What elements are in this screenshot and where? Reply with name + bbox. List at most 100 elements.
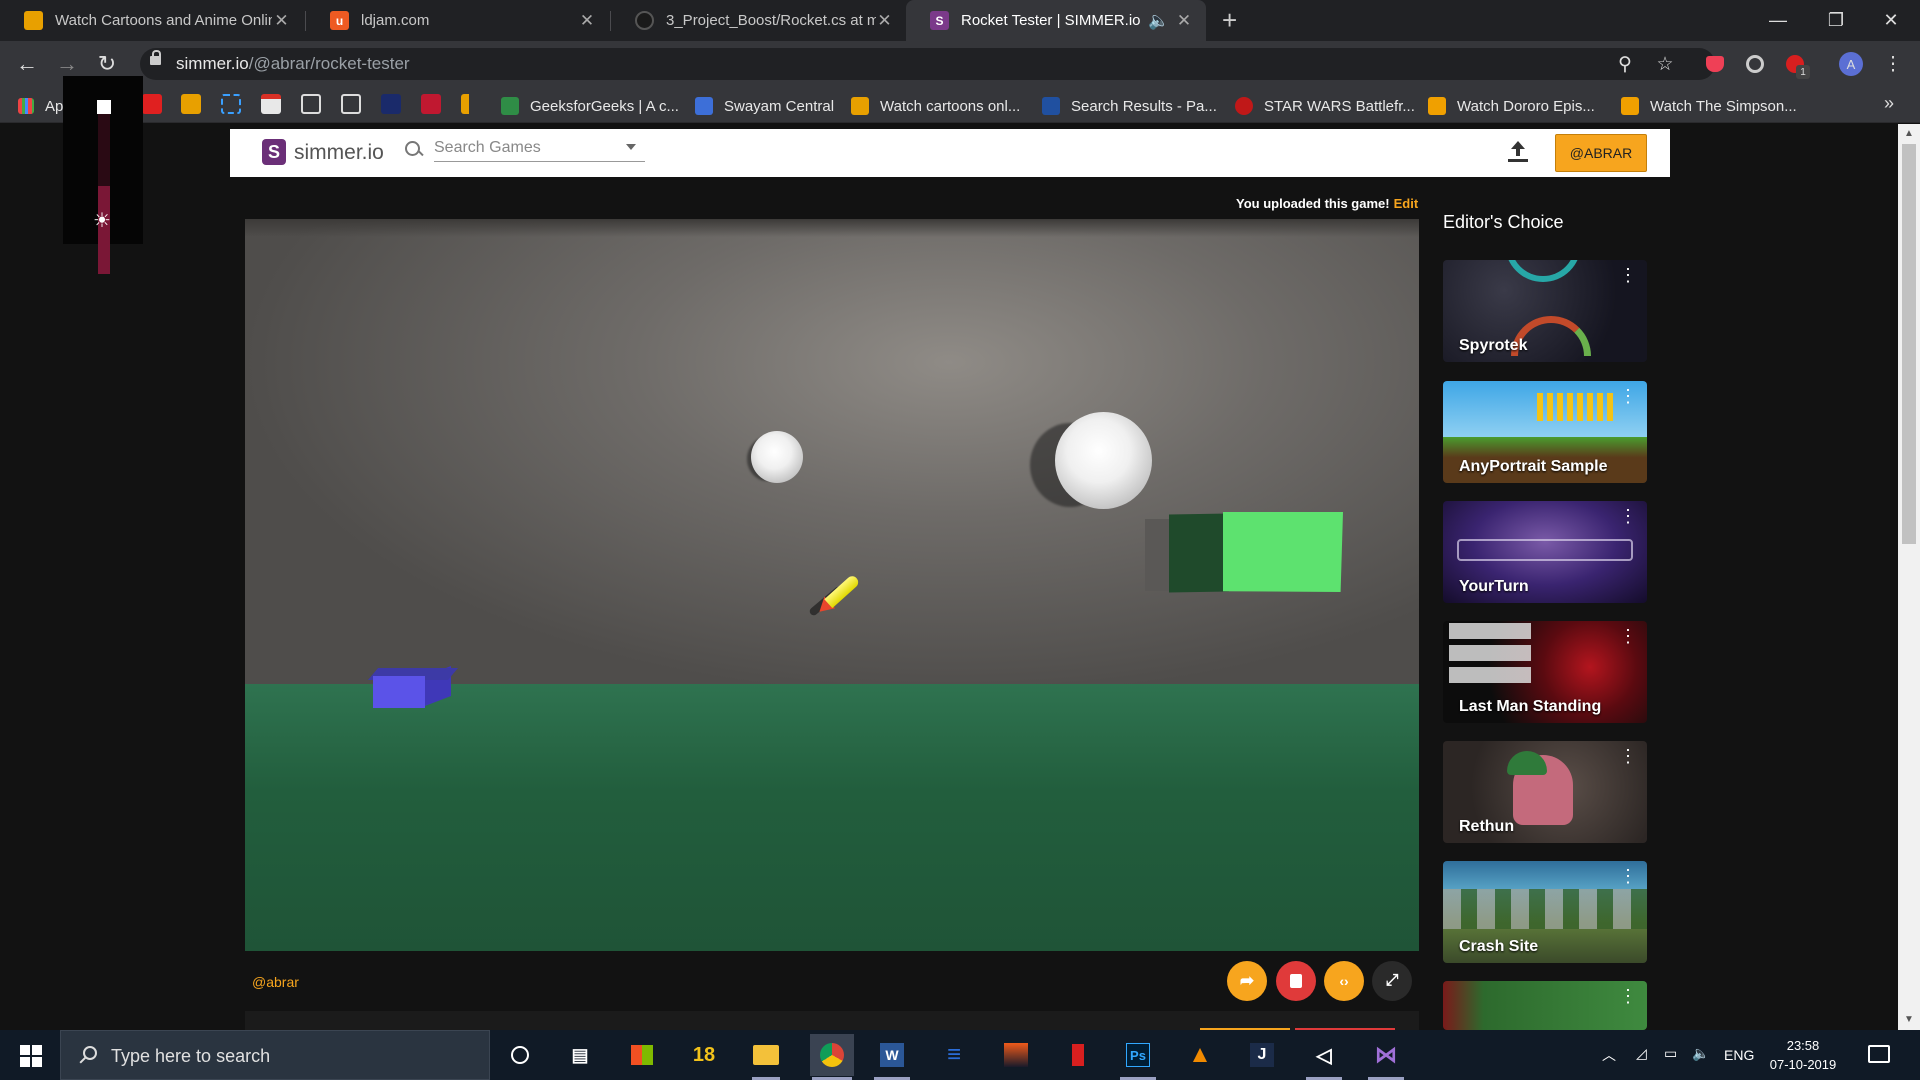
card-menu-icon[interactable]: ⋮	[1619, 627, 1637, 645]
zoom-icon[interactable]: ⚲	[1612, 51, 1638, 77]
bookmark-search-results[interactable]: Search Results - Pa...	[1042, 95, 1217, 117]
edit-link[interactable]: Edit	[1394, 196, 1419, 211]
reload-button[interactable]: ↻	[92, 49, 122, 79]
file-explorer-icon[interactable]	[748, 1038, 784, 1072]
share-button[interactable]: ➦	[1227, 961, 1267, 1001]
user-menu-button[interactable]: @ABRAR	[1555, 134, 1647, 172]
screenshot-icon[interactable]	[221, 94, 241, 114]
bookmarks-overflow-icon[interactable]: »	[1884, 93, 1894, 114]
tab-ldjam[interactable]: u ldjam.com ✕	[306, 0, 609, 41]
bookmark-icon[interactable]	[181, 94, 201, 114]
card-menu-icon[interactable]: ⋮	[1619, 747, 1637, 765]
word-icon[interactable]: W	[874, 1038, 910, 1072]
fullscreen-button[interactable]: ⤢	[1372, 961, 1412, 1001]
store-icon[interactable]	[624, 1038, 660, 1072]
author-link[interactable]: @abrar	[252, 974, 299, 990]
close-tab-icon[interactable]: ✕	[272, 11, 291, 31]
app-red-icon[interactable]	[1060, 1038, 1096, 1072]
card-menu-icon[interactable]: ⋮	[1619, 987, 1637, 1005]
cortana-icon[interactable]	[502, 1038, 538, 1072]
notifications-icon[interactable]	[1868, 1045, 1890, 1063]
pocket-extension-icon[interactable]	[1702, 51, 1728, 77]
restore-button[interactable]: ❐	[1807, 0, 1865, 41]
search-input[interactable]	[434, 134, 645, 162]
battery-icon[interactable]: ▭	[1664, 1045, 1677, 1062]
bookmark-icon[interactable]	[381, 94, 401, 114]
tab-github[interactable]: 3_Project_Boost/Rocket.cs at master ✕	[611, 0, 905, 41]
card-menu-icon[interactable]: ⋮	[1619, 867, 1637, 885]
game-card-rethun[interactable]: ⋮ Rethun	[1443, 741, 1647, 843]
app-j-icon[interactable]: J	[1244, 1038, 1280, 1072]
bookmark-geeksforgeeks[interactable]: GeeksforGeeks | A c...	[501, 95, 679, 117]
network-icon[interactable]: ◿	[1636, 1045, 1647, 1062]
extension-circle-icon[interactable]	[1742, 51, 1768, 77]
taskbar-clock[interactable]: 23:58 07-10-2019	[1758, 1036, 1848, 1074]
visual-studio-icon[interactable]: ⋈	[1368, 1038, 1404, 1072]
bookmark-icon[interactable]	[341, 94, 361, 114]
bookmark-simpsons[interactable]: Watch The Simpson...	[1621, 95, 1797, 117]
url-text[interactable]: simmer.io/@abrar/rocket-tester	[176, 54, 410, 74]
close-tab-icon[interactable]: ✕	[577, 11, 597, 31]
tab-rocket-tester[interactable]: S Rocket Tester | SIMMER.io 🔈 ✕	[906, 0, 1206, 41]
bookmark-icon[interactable]	[461, 94, 481, 114]
game-background	[245, 219, 1419, 697]
simmer-logo-icon[interactable]: S	[262, 139, 286, 165]
windows-start-icon[interactable]	[20, 1045, 42, 1067]
menu-kebab-icon[interactable]: ⋮	[1880, 51, 1906, 77]
vlc-icon[interactable]: ▲	[1182, 1038, 1218, 1072]
game-card-yourturn[interactable]: ⋮ YourTurn	[1443, 501, 1647, 603]
tab-cartoons[interactable]: Watch Cartoons and Anime Online ✕	[0, 0, 303, 41]
unity-icon[interactable]: ◁	[1306, 1038, 1342, 1072]
scroll-up-arrow[interactable]: ▲	[1898, 128, 1920, 139]
photoshop-icon[interactable]: Ps	[1120, 1038, 1156, 1072]
app-blue-icon[interactable]: ≡	[936, 1038, 972, 1072]
site-logo-text[interactable]: simmer.io	[294, 141, 384, 165]
minimize-button[interactable]: —	[1749, 0, 1807, 41]
game-ground	[245, 684, 1419, 951]
task-view-icon[interactable]: ▤	[562, 1038, 598, 1072]
bookmark-star-wars[interactable]: STAR WARS Battlefr...	[1235, 95, 1415, 117]
bookmark-icon[interactable]	[421, 94, 441, 114]
scroll-down-arrow[interactable]: ▼	[1898, 1014, 1920, 1025]
bookmark-watch-cartoons[interactable]: Watch cartoons onl...	[851, 95, 1020, 117]
game-card-anyportrait[interactable]: ⋮ AnyPortrait Sample	[1443, 381, 1647, 483]
bookmark-swayam[interactable]: Swayam Central	[695, 95, 834, 117]
new-tab-button[interactable]: +	[1222, 5, 1237, 36]
app-18-icon[interactable]: 18	[686, 1038, 722, 1072]
clock-date: 07-10-2019	[1769, 1057, 1837, 1072]
embed-button[interactable]: ‹›	[1324, 961, 1364, 1001]
game-card-spyrotek[interactable]: ⋮ Spyrotek	[1443, 260, 1647, 362]
game-canvas[interactable]	[245, 219, 1419, 951]
upload-icon[interactable]	[1506, 141, 1530, 165]
chevron-down-icon[interactable]	[626, 144, 636, 150]
game-card-partial[interactable]: ⋮	[1443, 981, 1647, 1030]
youtube-icon[interactable]	[142, 94, 162, 114]
bookmark-star-icon[interactable]: ☆	[1652, 51, 1678, 77]
close-window-button[interactable]: ✕	[1862, 0, 1920, 41]
volume-icon[interactable]: 🔈	[1692, 1045, 1709, 1062]
card-menu-icon[interactable]: ⋮	[1619, 387, 1637, 405]
gmail-icon[interactable]	[261, 94, 281, 114]
close-tab-icon[interactable]: ✕	[1174, 11, 1194, 31]
taskbar-search[interactable]: Type here to search	[60, 1030, 490, 1080]
bookmark-apps[interactable]: Ap	[18, 95, 63, 117]
forward-button[interactable]: →	[52, 49, 82, 79]
report-button[interactable]	[1276, 961, 1316, 1001]
close-tab-icon[interactable]: ✕	[876, 11, 893, 31]
profile-avatar[interactable]: A	[1839, 52, 1863, 76]
back-button[interactable]: ←	[12, 49, 42, 79]
audio-icon[interactable]: 🔈	[1148, 11, 1169, 31]
app-game-icon[interactable]	[998, 1038, 1034, 1072]
brightness-handle[interactable]	[97, 100, 111, 114]
bookmark-dororo[interactable]: Watch Dororo Epis...	[1428, 95, 1595, 117]
language-indicator[interactable]: ENG	[1724, 1047, 1754, 1063]
page-scrollbar[interactable]: ▲ ▼	[1898, 124, 1920, 1030]
scrollbar-thumb[interactable]	[1902, 144, 1916, 544]
bookmark-icon[interactable]	[301, 94, 321, 114]
card-menu-icon[interactable]: ⋮	[1619, 266, 1637, 284]
tray-overflow-icon[interactable]: ︿	[1602, 1045, 1616, 1065]
chrome-icon[interactable]	[810, 1034, 854, 1076]
game-card-crash-site[interactable]: ⋮ Crash Site	[1443, 861, 1647, 963]
card-menu-icon[interactable]: ⋮	[1619, 507, 1637, 525]
game-card-last-man-standing[interactable]: ⋮ Last Man Standing	[1443, 621, 1647, 723]
